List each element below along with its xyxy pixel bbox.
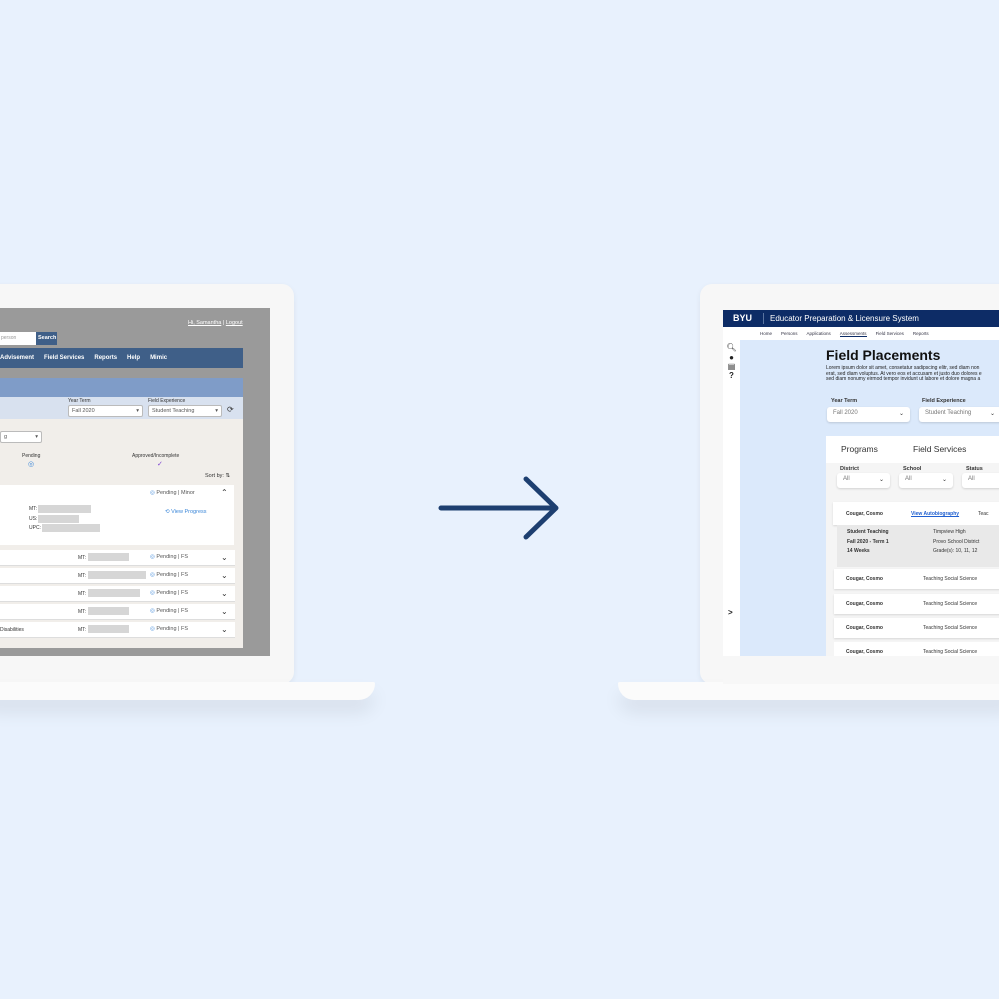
expand-sidebar-icon[interactable]: > — [728, 608, 733, 617]
field-experience-select[interactable]: Student Teaching ▾ — [148, 405, 222, 417]
chevron-up-icon[interactable]: ⌃ — [221, 488, 228, 497]
district-select[interactable]: All ⌄ — [837, 473, 890, 488]
nav-home[interactable]: Home — [760, 331, 772, 336]
new-laptop-base — [618, 682, 999, 700]
user-link[interactable]: Hi, Samantha — [188, 320, 221, 326]
system-title: Educator Preparation & Licensure System — [770, 314, 919, 323]
chevron-down-icon: ⌄ — [221, 553, 228, 562]
tab-field-services[interactable]: Field Services — [913, 444, 966, 454]
placement-details: Student Teaching Fall 2020 - Term 1 14 Wee… — [837, 525, 999, 567]
refresh-icon[interactable]: ⟳ — [227, 405, 234, 414]
school-select[interactable]: All ⌄ — [899, 473, 953, 488]
tab-programs[interactable]: Programs — [841, 444, 878, 454]
side-toolbar: 🔍︎ ● ▤ ? > — [723, 340, 740, 656]
nav-persons[interactable]: Persons — [781, 331, 798, 336]
field-experience-label: Field Experience — [148, 398, 186, 404]
year-term-select[interactable]: Fall 2020 ▾ — [68, 405, 143, 417]
sort-by[interactable]: Sort by: ⇅ — [205, 473, 230, 479]
nav-reports[interactable]: Reports — [913, 331, 929, 336]
nav-reports[interactable]: Reports — [94, 355, 117, 361]
nav-assessments[interactable]: Assessments — [839, 331, 867, 337]
chevron-down-icon: ⌄ — [221, 571, 228, 580]
district-label: District — [840, 466, 859, 472]
chevron-down-icon: ⌄ — [221, 625, 228, 634]
field-experience-select[interactable]: Student Teaching ⌄ — [919, 407, 999, 422]
nav-mimic[interactable]: Mimic — [150, 355, 167, 361]
school-label: School — [903, 466, 922, 472]
chevron-down-icon: ⌄ — [221, 589, 228, 598]
table-row[interactable]: Cougar, Cosmo Teaching Social Science — [834, 569, 999, 589]
search-icon[interactable]: 🔍︎ — [723, 343, 740, 352]
field-experience-label: Field Experience — [922, 398, 966, 404]
table-row[interactable]: Cougar, Cosmo Teaching Social Science — [834, 642, 999, 656]
expanded-placement[interactable]: Cougar, Cosmo View Autobiography Teac — [833, 502, 999, 525]
help-icon[interactable]: ? — [723, 371, 740, 380]
check-icon: ✓ — [157, 461, 163, 468]
table-row[interactable]: MT: ◎ Pending | FS ⌄ — [0, 550, 235, 566]
expanded-row[interactable]: ◎ Pending | Minor ⌃ ⟲ View Progress MT: … — [0, 485, 234, 545]
header-bar: BYU Educator Preparation & Licensure Sys… — [723, 310, 999, 327]
old-laptop-base — [0, 682, 375, 700]
table-row[interactable]: Disabilities MT: ◎ Pending | FS ⌄ — [0, 622, 235, 638]
table-row[interactable]: Cougar, Cosmo Teaching Social Science — [834, 618, 999, 638]
page-title: Field Placements — [826, 347, 941, 363]
table-row[interactable]: MT: ◎ Pending | FS ⌄ — [0, 604, 235, 620]
table-row[interactable]: MT: ◎ Pending | FS ⌄ — [0, 586, 235, 602]
status-label: Status — [966, 466, 983, 472]
approved-label: Approved/Incomplete — [132, 453, 180, 459]
nav-applications[interactable]: Applications — [807, 331, 831, 336]
year-term-label: Year Term — [68, 398, 91, 404]
year-term-select[interactable]: Fall 2020 ⌄ — [827, 407, 910, 422]
filter-select[interactable]: g ▾ — [0, 431, 42, 443]
main-nav: Advisement Field Services Reports Help M… — [0, 348, 243, 368]
document-icon[interactable]: ▤ — [723, 362, 740, 371]
nav-field-services[interactable]: Field Services — [44, 355, 84, 361]
chevron-down-icon: ⌄ — [221, 607, 228, 616]
table-row[interactable]: Cougar, Cosmo Teaching Social Science — [834, 594, 999, 614]
arrow-right-icon — [438, 476, 559, 540]
logout-link[interactable]: Logout — [226, 320, 243, 326]
search-button[interactable]: Search — [36, 332, 57, 345]
pending-label: Pending — [22, 453, 41, 459]
person-icon[interactable]: ● — [723, 353, 740, 362]
nav-field-services[interactable]: Field Services — [876, 331, 904, 336]
pending-icon: ◎ — [28, 461, 35, 468]
table-row[interactable]: MT: ◎ Pending | FS ⌄ — [0, 568, 235, 584]
status-select[interactable]: All — [962, 473, 999, 488]
year-term-label: Year Term — [831, 398, 858, 404]
view-progress-link[interactable]: ⟲ View Progress — [165, 509, 207, 515]
search-input[interactable]: person — [0, 332, 36, 345]
nav-advisement[interactable]: Advisement — [0, 355, 34, 361]
byu-logo[interactable]: BYU — [733, 313, 752, 323]
top-nav: Home Persons Applications Assessments Fi… — [723, 327, 999, 340]
nav-help[interactable]: Help — [127, 355, 140, 361]
page-description: Lorem ipsum dolor sit amet, consetatur s… — [826, 365, 982, 382]
view-autobiography-link[interactable]: View Autobiography — [911, 511, 959, 517]
